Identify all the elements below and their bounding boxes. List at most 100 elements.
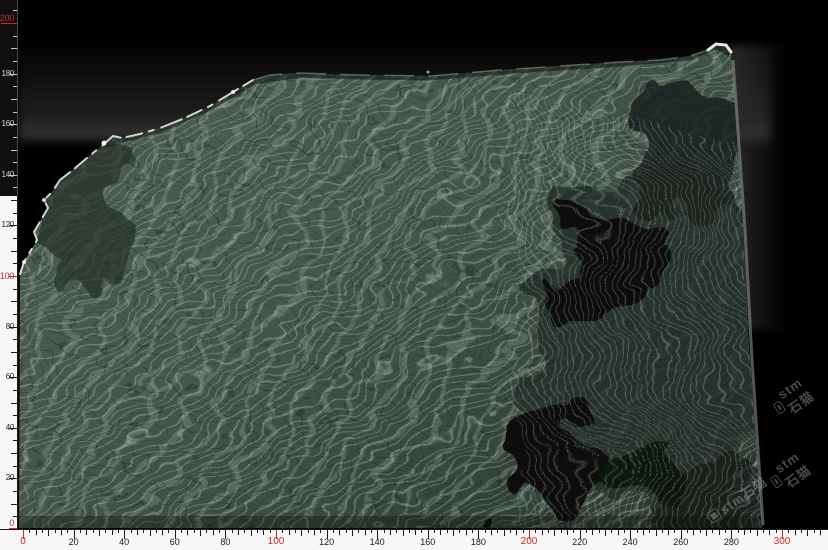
- x-axis-tick: [352, 530, 353, 536]
- x-axis-tick: [504, 530, 505, 536]
- x-axis-tick: [36, 530, 37, 535]
- y-axis-label: 180: [2, 70, 14, 78]
- x-axis-tick: [346, 530, 347, 533]
- x-axis-tick: [219, 530, 220, 533]
- y-axis-tick: [11, 453, 17, 454]
- y-axis-label: 40: [6, 424, 14, 432]
- x-axis-tick: [289, 530, 290, 535]
- x-axis-tick: [314, 530, 315, 535]
- x-axis-tick: [409, 530, 410, 533]
- x-axis-tick: [118, 530, 119, 533]
- x-axis-label: 100: [268, 537, 285, 547]
- y-axis-tick: [13, 213, 17, 214]
- x-axis-tick: [232, 530, 233, 533]
- x-axis-tick: [333, 530, 334, 533]
- x-axis-tick: [143, 530, 144, 533]
- y-axis-tick: [13, 112, 17, 113]
- slab-scan-view: stm石猫stm石猫stm石猫 020406080100120140160180…: [0, 0, 828, 550]
- x-axis-tick: [244, 530, 245, 533]
- y-axis-tick: [13, 61, 17, 62]
- x-axis-tick: [105, 530, 106, 533]
- y-axis-label: 80: [6, 323, 14, 331]
- x-axis-tick: [719, 530, 720, 535]
- y-axis-tick: [13, 491, 17, 492]
- y-axis-label: 0: [9, 519, 14, 527]
- x-axis-tick: [263, 530, 264, 535]
- x-axis-tick: [466, 530, 467, 535]
- y-axis-tick: [13, 440, 17, 441]
- bottom-edge-shadow: [0, 516, 828, 529]
- x-axis-tick: [206, 530, 207, 533]
- x-axis-tick: [282, 530, 283, 533]
- x-axis-tick: [573, 530, 574, 533]
- x-axis-tick: [497, 530, 498, 533]
- vertical-ruler: 020406080100120140160180200: [0, 0, 18, 529]
- x-axis-tick: [485, 530, 486, 533]
- y-axis-tick: [13, 339, 17, 340]
- y-axis-tick: [13, 314, 17, 315]
- y-axis-tick: [13, 36, 17, 37]
- y-axis-tick: [13, 86, 17, 87]
- x-axis-tick: [567, 530, 568, 535]
- x-axis-tick: [554, 530, 555, 536]
- x-axis-tick: [308, 530, 309, 533]
- x-axis-tick: [67, 530, 68, 533]
- x-axis-tick: [814, 530, 815, 533]
- breccia-white-marbling: [515, 110, 775, 529]
- x-axis-tick: [415, 530, 416, 535]
- x-axis-tick: [168, 530, 169, 533]
- x-axis-tick: [750, 530, 751, 533]
- slab-photo-viewport[interactable]: stm石猫stm石猫stm石猫: [0, 0, 828, 529]
- vertical-ruler-background: [0, 0, 18, 529]
- x-axis-tick: [712, 530, 713, 533]
- x-axis-tick: [624, 530, 625, 533]
- x-axis-tick: [48, 530, 49, 536]
- x-axis-label: 280: [724, 537, 739, 547]
- x-axis-tick: [763, 530, 764, 533]
- x-axis-tick: [472, 530, 473, 533]
- x-axis-tick: [93, 530, 94, 533]
- y-axis-label: 140: [2, 171, 14, 179]
- x-axis-tick: [29, 530, 30, 533]
- x-axis-tick: [725, 530, 726, 533]
- x-axis-tick: [238, 530, 239, 535]
- y-axis-tick: [11, 200, 17, 201]
- x-axis-tick: [586, 530, 587, 533]
- y-axis-tick: [13, 415, 17, 416]
- y-axis-tick: [13, 263, 17, 264]
- x-axis-tick: [523, 530, 524, 533]
- x-axis-tick: [491, 530, 492, 535]
- y-axis-tick: [11, 99, 17, 100]
- y-axis-label: 60: [6, 373, 14, 381]
- x-axis-tick: [384, 530, 385, 533]
- x-axis-tick: [320, 530, 321, 533]
- x-axis-tick: [390, 530, 391, 535]
- x-axis-tick: [112, 530, 113, 535]
- x-axis-tick: [396, 530, 397, 533]
- x-axis-tick: [618, 530, 619, 535]
- x-axis-tick: [365, 530, 366, 535]
- x-axis-tick: [181, 530, 182, 533]
- x-axis-tick: [643, 530, 644, 535]
- x-axis-tick: [251, 530, 252, 536]
- slab-texture: [0, 30, 828, 529]
- y-axis-tick: [11, 251, 17, 252]
- x-axis-label: 260: [673, 537, 688, 547]
- x-axis-tick: [535, 530, 536, 533]
- x-axis-label: 40: [119, 537, 129, 547]
- x-axis-label: 120: [319, 537, 334, 547]
- x-axis-tick: [162, 530, 163, 535]
- x-axis-tick: [738, 530, 739, 533]
- y-axis-label: 120: [2, 221, 14, 229]
- x-axis-label: 200: [521, 537, 538, 547]
- x-axis-tick: [548, 530, 549, 533]
- x-axis-tick: [213, 530, 214, 535]
- y-axis-tick: [13, 238, 17, 239]
- y-axis-tick: [13, 390, 17, 391]
- y-axis-tick: [1, 23, 17, 24]
- x-axis-tick: [453, 530, 454, 536]
- x-axis-tick: [807, 530, 808, 536]
- x-axis-tick: [611, 530, 612, 533]
- x-axis-tick: [542, 530, 543, 535]
- x-axis-tick: [150, 530, 151, 536]
